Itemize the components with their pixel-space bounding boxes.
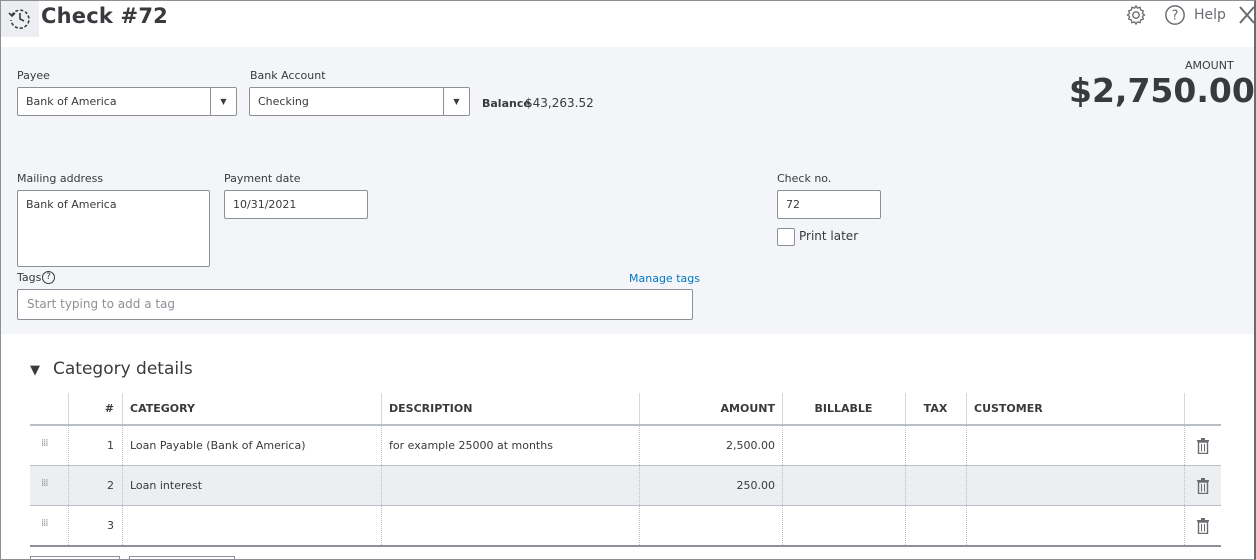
tags-input[interactable]: Start typing to add a tag [17,289,693,320]
mailing-address-label: Mailing address [17,172,104,185]
drag-handle-icon[interactable]: ⁞⁞⁞ [41,519,48,529]
tags-label: Tags [17,271,42,284]
balance-value: $43,263.52 [525,96,594,110]
check-no-label: Check no. [777,172,832,185]
column-header-billable: BILLABLE [814,402,873,415]
column-header-tax: TAX [923,402,948,415]
amount-cell[interactable]: 2,500.00 [639,426,775,465]
drag-handle-icon[interactable]: ⁞⁞⁞ [41,479,48,489]
check-dialog: Check #72 ? Help Payee Bank of America ▼… [0,0,1256,560]
table-row[interactable]: ⁞⁞⁞ 3 [30,506,1221,547]
payee-value: Bank of America [26,95,117,108]
help-label[interactable]: Help [1194,7,1226,23]
payment-date-field[interactable]: 10/31/2021 [224,190,368,219]
recent-transactions-button[interactable] [1,1,39,37]
help-icon[interactable]: ? [1164,4,1186,26]
payee-label: Payee [17,69,50,82]
history-clock-icon [8,9,30,29]
tags-help-icon[interactable]: ? [42,271,55,284]
manage-tags-link[interactable]: Manage tags [629,272,700,285]
trash-icon[interactable] [1196,438,1210,454]
bank-account-value: Checking [258,95,309,108]
check-no-field[interactable]: 72 [777,190,881,219]
add-lines-button[interactable] [30,556,120,559]
row-number: 2 [107,479,114,492]
trash-icon[interactable] [1196,478,1210,494]
print-later-checkbox[interactable] [777,228,795,246]
row-number: 1 [107,439,114,452]
amount-cell[interactable]: 250.00 [639,466,776,505]
column-header-num: # [104,402,114,415]
page-title: Check #72 [41,4,168,28]
row-number: 3 [107,519,114,532]
table-row[interactable]: ⁞⁞⁞ 1 Loan Payable (Bank of America) for… [30,426,1221,466]
svg-text:?: ? [1172,9,1179,24]
chevron-down-icon[interactable]: ▼ [443,88,469,115]
category-details-title[interactable]: Category details [53,359,193,379]
payment-date-label: Payment date [224,172,301,185]
close-icon[interactable] [1238,4,1256,26]
category-cell[interactable]: Loan interest [130,466,202,505]
payee-select[interactable]: Bank of America ▼ [17,87,237,116]
gear-icon[interactable] [1125,4,1147,26]
trash-icon[interactable] [1196,518,1210,534]
amount-cell[interactable] [639,506,775,545]
amount-total: $2,750.00 [1069,71,1255,110]
dialog-header: Check #72 ? Help [1,1,1256,47]
mailing-address-field[interactable]: Bank of America [17,190,210,267]
print-later-label[interactable]: Print later [799,229,858,243]
table-header-row: # CATEGORY DESCRIPTION AMOUNT BILLABLE T… [30,393,1221,426]
column-header-customer: CUSTOMER [974,402,1043,415]
collapse-triangle-icon[interactable]: ▼ [30,363,40,378]
bank-account-select[interactable]: Checking ▼ [249,87,470,116]
clear-all-lines-button[interactable] [129,556,235,559]
column-header-amount: AMOUNT [720,402,775,415]
drag-handle-icon[interactable]: ⁞⁞⁞ [41,439,48,449]
chevron-down-icon[interactable]: ▼ [210,88,236,115]
column-header-description: DESCRIPTION [389,402,473,415]
table-row[interactable]: ⁞⁞⁞ 2 Loan interest 250.00 [30,466,1221,506]
category-cell[interactable]: Loan Payable (Bank of America) [130,426,306,465]
description-cell[interactable]: for example 25000 at months [389,426,553,465]
balance-label: Balance [482,97,531,110]
column-header-category: CATEGORY [130,402,195,415]
bank-account-label: Bank Account [250,69,326,82]
